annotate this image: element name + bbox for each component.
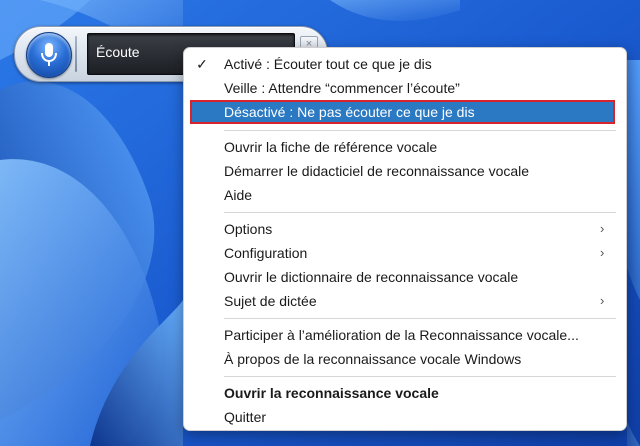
menu-separator (224, 212, 616, 213)
menu-item-label: Participer à l’amélioration de la Reconn… (224, 327, 579, 343)
menu-item-label: Options (224, 221, 273, 237)
chevron-right-icon: › (600, 293, 605, 308)
menu-separator (224, 130, 616, 131)
menu-item-label: Quitter (224, 409, 267, 425)
menu-item-open[interactable]: Ouvrir la reconnaissance vocale (184, 382, 626, 404)
menu-item-label: Sujet de dictée (224, 293, 317, 309)
menu-separator (224, 376, 616, 377)
menu-item-sleep[interactable]: Veille : Attendre “commencer l’écoute” (184, 77, 626, 99)
menu-item-options[interactable]: Options › (184, 218, 626, 240)
menu-item-quit[interactable]: Quitter (184, 406, 626, 428)
chevron-right-icon: › (600, 221, 605, 236)
menu-item-dictation-topic[interactable]: Sujet de dictée › (184, 290, 626, 312)
menu-item-label: Désactivé : Ne pas écouter ce que je dis (224, 104, 475, 120)
menu-item-help[interactable]: Aide (184, 184, 626, 206)
menu-item-label: À propos de la reconnaissance vocale Win… (224, 351, 522, 367)
menu-item-tutorial[interactable]: Démarrer le didacticiel de reconnaissanc… (184, 160, 626, 182)
chevron-right-icon: › (600, 245, 605, 260)
menu-item-label: Aide (224, 187, 253, 203)
menu-item-configuration[interactable]: Configuration › (184, 242, 626, 264)
menu-separator (224, 318, 616, 319)
menu-item-label: Ouvrir la reconnaissance vocale (224, 385, 439, 401)
microphone-button[interactable] (26, 32, 72, 78)
context-menu: ✓ Activé : Écouter tout ce que je dis Ve… (183, 47, 627, 431)
menu-item-on[interactable]: ✓ Activé : Écouter tout ce que je dis (184, 53, 626, 75)
menu-item-reference-card[interactable]: Ouvrir la fiche de référence vocale (184, 136, 626, 158)
menu-item-label: Activé : Écouter tout ce que je dis (224, 56, 432, 72)
menu-item-dictionary[interactable]: Ouvrir le dictionnaire de reconnaissance… (184, 266, 626, 288)
bar-separator (75, 36, 77, 72)
menu-item-label: Démarrer le didacticiel de reconnaissanc… (224, 163, 530, 179)
menu-item-improvement[interactable]: Participer à l’amélioration de la Reconn… (184, 324, 626, 346)
status-text: Écoute (96, 44, 140, 60)
menu-item-label: Veille : Attendre “commencer l’écoute” (224, 80, 460, 96)
menu-item-off[interactable]: Désactivé : Ne pas écouter ce que je dis (190, 101, 614, 123)
menu-item-label: Ouvrir la fiche de référence vocale (224, 139, 438, 155)
microphone-icon (41, 43, 57, 66)
menu-item-about[interactable]: À propos de la reconnaissance vocale Win… (184, 348, 626, 370)
menu-item-label: Configuration (224, 245, 308, 261)
menu-item-label: Ouvrir le dictionnaire de reconnaissance… (224, 269, 519, 285)
checkmark-icon: ✓ (196, 56, 208, 72)
